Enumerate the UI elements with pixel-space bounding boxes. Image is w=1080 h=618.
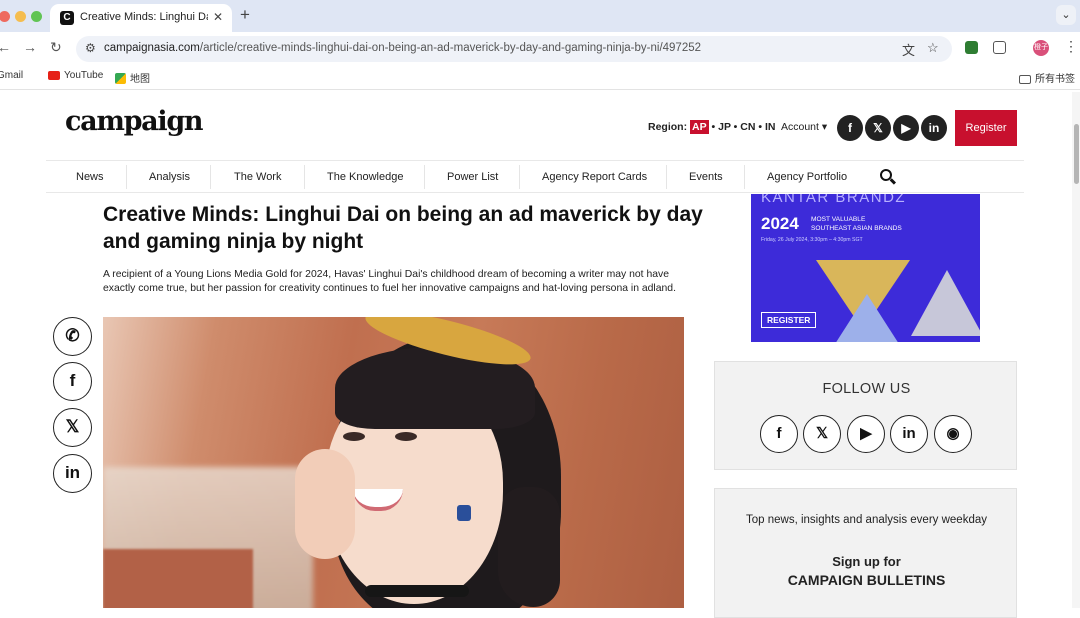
nav-divider: [519, 165, 520, 189]
ad-date: Friday, 26 July 2024, 3:30pm – 4:30pm SG…: [761, 237, 863, 243]
nav-the-work[interactable]: The Work: [234, 171, 281, 183]
linkedin-icon[interactable]: in: [921, 115, 947, 141]
linkedin-share-icon[interactable]: in: [53, 454, 92, 493]
kantar-brandz-ad[interactable]: KANTAR BRANDZ 2024 MOST VALUABLE SOUTHEAS…: [751, 194, 980, 342]
nav-the-knowledge[interactable]: The Knowledge: [327, 171, 403, 183]
nav-divider: [304, 165, 305, 189]
minimize-window-button[interactable]: [15, 11, 26, 22]
close-window-button[interactable]: [0, 11, 10, 22]
site-info-icon[interactable]: ⚙: [85, 41, 96, 55]
extensions-puzzle-icon[interactable]: [993, 41, 1006, 54]
maps-icon: [115, 73, 126, 84]
profile-avatar[interactable]: 橙子: [1033, 40, 1049, 56]
nav-divider: [126, 165, 127, 189]
nav-divider: [210, 165, 211, 189]
follow-us-title: FOLLOW US: [822, 381, 911, 397]
register-button[interactable]: Register: [955, 110, 1017, 146]
ad-year: 2024: [761, 214, 799, 233]
campaign-favicon-icon: C: [60, 11, 74, 25]
x-twitter-icon[interactable]: 𝕏: [865, 115, 891, 141]
article-standfirst: A recipient of a Young Lions Media Gold …: [103, 269, 676, 294]
tab-search-chevron-icon[interactable]: ⌄: [1056, 5, 1076, 25]
extension-icon[interactable]: [965, 41, 978, 54]
facebook-icon[interactable]: f: [837, 115, 863, 141]
forward-arrow-icon[interactable]: →: [23, 39, 37, 55]
linkedin-follow-icon[interactable]: in: [890, 415, 928, 453]
youtube-icon: [48, 71, 60, 80]
ad-brand: KANTAR BRANDZ: [761, 194, 907, 206]
article-hero-image: [103, 317, 684, 608]
region-others[interactable]: • JP • CN • IN: [712, 121, 776, 133]
all-bookmarks[interactable]: 所有书签: [1019, 70, 1075, 85]
newsletter-title: CAMPAIGN BULLETINS: [787, 572, 946, 588]
bookmarks-bar: Gmail YouTube 地图 所有书签: [0, 64, 1080, 90]
rss-follow-icon[interactable]: ◉: [934, 415, 972, 453]
nav-divider: [666, 165, 667, 189]
newsletter-signup-label: Sign up for: [832, 554, 901, 569]
browser-tab-active[interactable]: C Creative Minds: Linghui Dai o ✕: [50, 4, 232, 32]
nav-events[interactable]: Events: [689, 171, 723, 183]
browser-tab-strip: C Creative Minds: Linghui Dai o ✕ + ⌄: [0, 0, 1080, 32]
campaign-logo[interactable]: campaign: [65, 106, 204, 137]
url-text[interactable]: campaignasia.com/article/creative-minds-…: [104, 42, 701, 54]
nav-agency-report-cards[interactable]: Agency Report Cards: [542, 171, 647, 183]
bookmark-youtube[interactable]: YouTube: [48, 70, 103, 81]
bookmark-maps[interactable]: 地图: [115, 70, 150, 85]
newsletter-panel: Top news, insights and analysis every we…: [714, 488, 1017, 618]
x-follow-icon[interactable]: 𝕏: [803, 415, 841, 453]
nav-analysis[interactable]: Analysis: [149, 171, 190, 183]
nav-news[interactable]: News: [76, 171, 104, 183]
newsletter-blurb: Top news, insights and analysis every we…: [746, 514, 987, 526]
tab-title: Creative Minds: Linghui Dai o: [80, 11, 208, 23]
reload-icon[interactable]: ↻: [50, 39, 62, 56]
translate-icon[interactable]: 文: [902, 40, 915, 59]
whatsapp-share-icon[interactable]: ✆: [53, 317, 92, 356]
ad-decoration: [911, 270, 980, 336]
region-ap[interactable]: AP: [690, 120, 709, 134]
new-tab-icon[interactable]: +: [240, 5, 250, 25]
bookmark-star-icon[interactable]: ☆: [927, 40, 939, 56]
tab-close-icon[interactable]: ✕: [213, 10, 223, 24]
back-arrow-icon[interactable]: ←: [0, 39, 11, 55]
facebook-follow-icon[interactable]: f: [760, 415, 798, 453]
folder-icon: [1019, 75, 1031, 84]
ad-decoration: [835, 294, 899, 342]
address-bar[interactable]: ⚙ campaignasia.com/article/creative-mind…: [76, 36, 952, 62]
ad-tagline: MOST VALUABLE SOUTHEAST ASIAN BRANDS: [811, 216, 902, 232]
scrollbar-thumb[interactable]: [1074, 124, 1079, 184]
x-share-icon[interactable]: 𝕏: [53, 408, 92, 447]
region-selector: Region: AP • JP • CN • IN: [648, 120, 776, 134]
follow-us-panel: FOLLOW US f 𝕏 ▶ in ◉: [714, 361, 1017, 470]
article-headline: Creative Minds: Linghui Dai on being an …: [103, 203, 703, 253]
nav-agency-portfolio[interactable]: Agency Portfolio: [767, 171, 847, 183]
browser-toolbar: ← → ↻ ⚙ campaignasia.com/article/creativ…: [0, 32, 1080, 64]
search-icon[interactable]: [880, 169, 892, 181]
nav-power-list[interactable]: Power List: [447, 171, 498, 183]
youtube-follow-icon[interactable]: ▶: [847, 415, 885, 453]
ad-register-button[interactable]: REGISTER: [761, 312, 817, 328]
youtube-icon[interactable]: ▶: [893, 115, 919, 141]
maximize-window-button[interactable]: [31, 11, 42, 22]
facebook-share-icon[interactable]: f: [53, 362, 92, 401]
account-menu[interactable]: Account ▾: [781, 121, 827, 133]
nav-divider: [744, 165, 745, 189]
nav-divider: [424, 165, 425, 189]
browser-menu-icon[interactable]: ⋮: [1064, 38, 1078, 55]
bookmark-gmail[interactable]: Gmail: [0, 70, 23, 81]
main-nav: News Analysis The Work The Knowledge Pow…: [46, 160, 1024, 193]
